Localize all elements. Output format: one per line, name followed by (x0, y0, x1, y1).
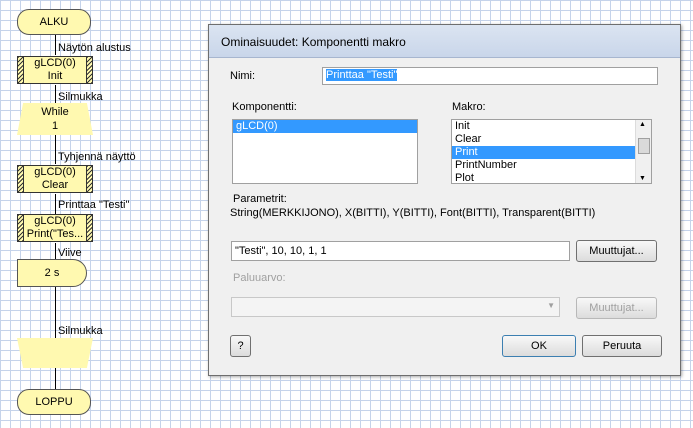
init-component: gLCD(0) (34, 57, 76, 69)
print-macro-box[interactable]: gLCD(0) Print("Tes... (17, 214, 93, 242)
component-label: Komponentti: (232, 101, 297, 113)
init-label: Näytön alustus (58, 42, 131, 54)
clear-label: Tyhjennä näyttö (58, 151, 136, 163)
macro-item-plot[interactable]: Plot (452, 172, 651, 183)
print-label: Printtaa "Testi" (58, 199, 130, 211)
dialog-title: Ominaisuudet: Komponentti makro (209, 25, 680, 58)
loop-end-box[interactable] (17, 338, 93, 368)
name-input[interactable]: Printtaa "Testi" (322, 67, 658, 85)
wire (55, 33, 56, 55)
scroll-up-icon[interactable]: ▲ (639, 121, 646, 128)
print-component: gLCD(0) (34, 215, 76, 227)
loop-label: Silmukka (58, 91, 103, 103)
component-item[interactable]: gLCD(0) (233, 120, 417, 133)
macro-properties-dialog: Ominaisuudet: Komponentti makro Nimi: Pr… (208, 24, 681, 376)
macro-item-printnumber[interactable]: PrintNumber (452, 159, 651, 172)
ok-button[interactable]: OK (502, 335, 576, 357)
name-label: Nimi: (230, 70, 256, 82)
loop-start-box[interactable]: While 1 (17, 103, 93, 135)
macro-list-scrollbar[interactable]: ▲ ▼ (635, 120, 651, 183)
macro-list[interactable]: Init Clear Print PrintNumber Plot ▲ ▼ (451, 119, 652, 184)
name-value: Printtaa "Testi" (326, 69, 398, 81)
chevron-down-icon[interactable]: ▼ (547, 301, 555, 310)
loop-end-label: Silmukka (58, 325, 103, 337)
macro-label: Makro: (452, 101, 486, 113)
params-signature: String(MERKKIJONO), X(BITTI), Y(BITTI), … (230, 207, 596, 219)
help-button[interactable]: ? (230, 335, 251, 357)
wire (55, 135, 56, 164)
wire (55, 85, 56, 103)
wire (55, 194, 56, 214)
return-variables-button[interactable]: Muuttujat... (576, 297, 657, 319)
clear-component: gLCD(0) (34, 166, 76, 178)
delay-label: Viive (58, 247, 82, 259)
cancel-button[interactable]: Peruuta (582, 335, 662, 357)
params-input[interactable]: "Testi", 10, 10, 1, 1 (231, 241, 570, 261)
loop-condition: 1 (51, 120, 59, 132)
component-list[interactable]: gLCD(0) (232, 119, 418, 184)
wire (55, 243, 56, 259)
print-macro: Print("Tes... (26, 228, 84, 240)
params-label: Parametrit: (233, 193, 287, 205)
return-label: Paluuarvo: (233, 272, 286, 284)
macro-item-print[interactable]: Print (452, 146, 651, 159)
wire (55, 368, 56, 390)
wire (55, 285, 56, 338)
clear-macro: Clear (41, 179, 69, 191)
scroll-thumb[interactable] (638, 138, 650, 154)
end-terminal[interactable]: LOPPU (17, 389, 91, 415)
macro-item-init[interactable]: Init (452, 120, 651, 133)
scroll-down-icon[interactable]: ▼ (639, 175, 646, 182)
clear-macro-box[interactable]: gLCD(0) Clear (17, 165, 93, 193)
variables-button[interactable]: Muuttujat... (576, 240, 657, 262)
delay-box[interactable]: 2 s (17, 259, 87, 287)
loop-keyword: While (41, 106, 69, 118)
return-select[interactable]: ▼ (231, 297, 560, 317)
macro-item-clear[interactable]: Clear (452, 133, 651, 146)
init-macro: Init (47, 70, 63, 82)
start-terminal[interactable]: ALKU (17, 9, 91, 35)
init-macro-box[interactable]: gLCD(0) Init (17, 56, 93, 84)
